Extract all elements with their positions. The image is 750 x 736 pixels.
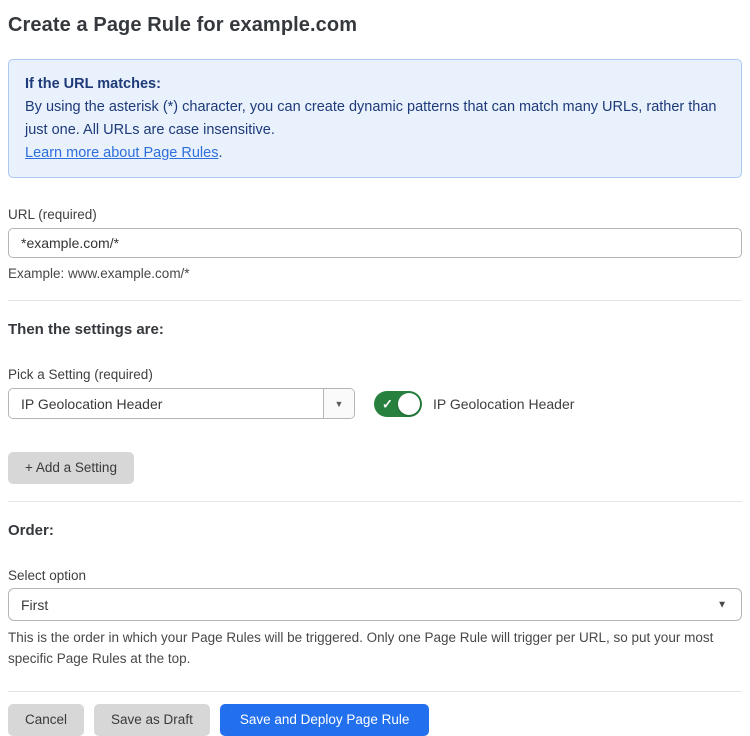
add-setting-button[interactable]: + Add a Setting	[8, 452, 134, 484]
setting-picker-dropdown[interactable]: IP Geolocation Header ▼	[8, 388, 355, 419]
order-select-value: First	[21, 597, 48, 613]
footer-divider	[8, 691, 742, 692]
order-select-label: Select option	[8, 568, 742, 583]
link-period: .	[218, 145, 222, 161]
check-icon: ✓	[382, 397, 393, 410]
pick-setting-label: Pick a Setting (required)	[8, 367, 742, 382]
url-input[interactable]	[8, 228, 742, 258]
order-section-heading: Order:	[8, 522, 742, 539]
toggle-label: IP Geolocation Header	[433, 396, 574, 412]
save-and-deploy-button[interactable]: Save and Deploy Page Rule	[220, 704, 430, 736]
order-select[interactable]: First ▼	[8, 588, 742, 621]
chevron-down-icon[interactable]: ▼	[323, 389, 354, 418]
order-helper-text: This is the order in which your Page Rul…	[8, 627, 728, 669]
cancel-button[interactable]: Cancel	[8, 704, 84, 736]
ip-geolocation-toggle[interactable]: ✓	[374, 391, 422, 417]
settings-section-heading: Then the settings are:	[8, 321, 742, 338]
info-box-link-line: Learn more about Page Rules.	[25, 142, 725, 165]
url-example-helper: Example: www.example.com/*	[8, 265, 742, 282]
url-field-label: URL (required)	[8, 207, 742, 222]
toggle-knob	[398, 393, 420, 415]
create-page-rule-form: Create a Page Rule for example.com If th…	[0, 0, 750, 736]
page-rules-learn-more-link[interactable]: Learn more about Page Rules	[25, 145, 218, 161]
setting-picker-value: IP Geolocation Header	[9, 389, 323, 418]
save-as-draft-button[interactable]: Save as Draft	[94, 704, 210, 736]
info-box-heading: If the URL matches:	[25, 73, 725, 96]
info-box-body: By using the asterisk (*) character, you…	[25, 96, 725, 142]
url-match-info-box: If the URL matches: By using the asteris…	[8, 59, 742, 178]
footer-actions: Cancel Save as Draft Save and Deploy Pag…	[8, 704, 742, 736]
section-divider	[8, 300, 742, 301]
chevron-down-icon: ▼	[717, 599, 727, 610]
page-title: Create a Page Rule for example.com	[8, 13, 742, 37]
section-divider	[8, 501, 742, 502]
setting-row: IP Geolocation Header ▼ ✓ IP Geolocation…	[8, 388, 742, 419]
